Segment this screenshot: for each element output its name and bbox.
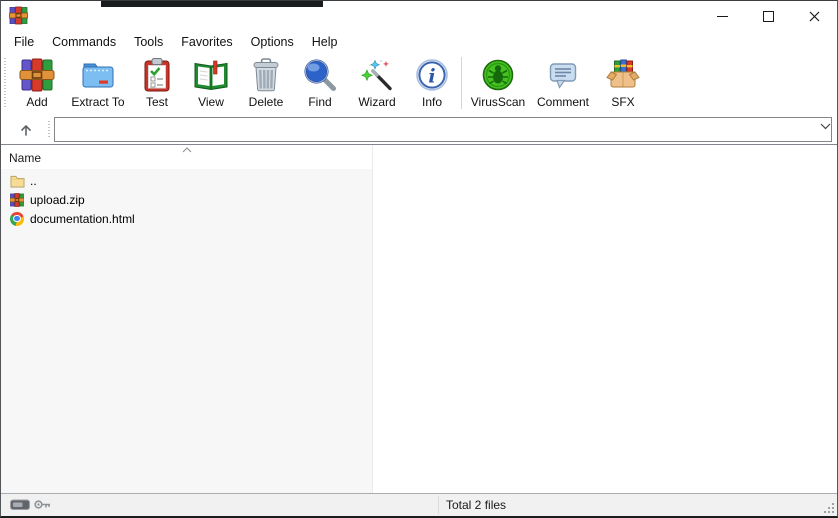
list-item-upload-zip[interactable]: upload.zip [1,190,372,209]
menu-options[interactable]: Options [242,33,303,51]
virusscan-label: VirusScan [471,95,525,109]
file-name: upload.zip [30,193,85,207]
comment-label: Comment [537,95,589,109]
toolbar-gripper[interactable] [4,58,6,108]
drive-icon[interactable] [10,498,30,511]
path-combobox[interactable] [54,117,832,142]
delete-trash-icon [248,57,284,93]
test-label: Test [146,95,168,109]
extract-to-button[interactable]: Extract To [65,52,131,109]
resize-grip[interactable] [832,511,834,513]
close-button[interactable] [791,1,837,32]
maximize-button[interactable] [745,1,791,32]
status-bar: Total 2 files [1,493,837,516]
info-label: Info [422,95,442,109]
view-book-icon [193,57,229,93]
test-clipboard-icon [139,57,175,93]
virusscan-bug-icon [480,57,516,93]
menu-file[interactable]: File [5,33,43,51]
wizard-button[interactable]: Wizard [347,52,407,109]
address-bar [1,114,837,145]
comment-bubble-icon [545,57,581,93]
info-circle-icon: i [414,57,450,93]
delete-button[interactable]: Delete [239,52,293,109]
menu-bar: File Commands Tools Favorites Options He… [1,32,837,52]
extract-folder-icon [80,57,116,93]
minimize-icon [717,16,728,17]
menu-favorites[interactable]: Favorites [172,33,241,51]
menu-tools[interactable]: Tools [125,33,172,51]
window-controls [699,1,837,32]
maximize-icon [763,11,774,22]
wizard-wand-icon [359,57,395,93]
extract-to-label: Extract To [71,95,124,109]
up-directory-button[interactable] [9,117,43,142]
toolbar-separator [461,57,462,109]
file-rows: .. upload.zip document [1,171,372,228]
chevron-down-icon[interactable] [820,123,831,130]
winrar-archive-icon [19,57,55,93]
close-icon [809,11,820,22]
add-button[interactable]: Add [9,52,65,109]
sort-ascending-icon [182,147,192,153]
title-bar[interactable] [1,1,837,31]
file-name: .. [30,174,37,188]
chrome-html-file-icon [9,211,25,227]
list-item-parent-dir[interactable]: .. [1,171,372,190]
view-button[interactable]: View [183,52,239,109]
find-button[interactable]: Find [293,52,347,109]
address-gripper[interactable] [48,121,50,138]
toolbar: Add Extract To [1,52,837,114]
winrar-app-icon [9,6,28,25]
find-magnifier-icon [302,57,338,93]
file-name: documentation.html [30,212,135,226]
list-item-documentation-html[interactable]: documentation.html [1,209,372,228]
test-button[interactable]: Test [131,52,183,109]
svg-text:i: i [428,66,435,88]
view-label: View [198,95,224,109]
virusscan-button[interactable]: VirusScan [466,52,530,109]
folder-up-icon [9,173,25,189]
delete-label: Delete [249,95,284,109]
total-files-label: Total 2 files [446,494,506,516]
sfx-button[interactable]: SFX [596,52,650,109]
file-list: Name .. [1,144,837,493]
wizard-label: Wizard [358,95,395,109]
column-header-name[interactable]: Name [9,145,41,169]
rar-archive-file-icon [9,192,25,208]
find-label: Find [308,95,331,109]
comment-button[interactable]: Comment [530,52,596,109]
key-icon[interactable] [33,498,52,511]
redacted-window-title [101,1,323,7]
winrar-window: File Commands Tools Favorites Options He… [0,0,838,518]
add-label: Add [26,95,47,109]
info-button[interactable]: i Info [407,52,457,109]
sfx-box-icon [605,57,641,93]
column-header-row: Name [1,145,837,169]
menu-commands[interactable]: Commands [43,33,125,51]
sfx-label: SFX [611,95,634,109]
column-divider[interactable] [372,145,373,493]
statusbar-icons [10,498,52,511]
up-arrow-icon [18,122,34,138]
statusbar-separator [438,496,439,514]
minimize-button[interactable] [699,1,745,32]
menu-help[interactable]: Help [303,33,347,51]
